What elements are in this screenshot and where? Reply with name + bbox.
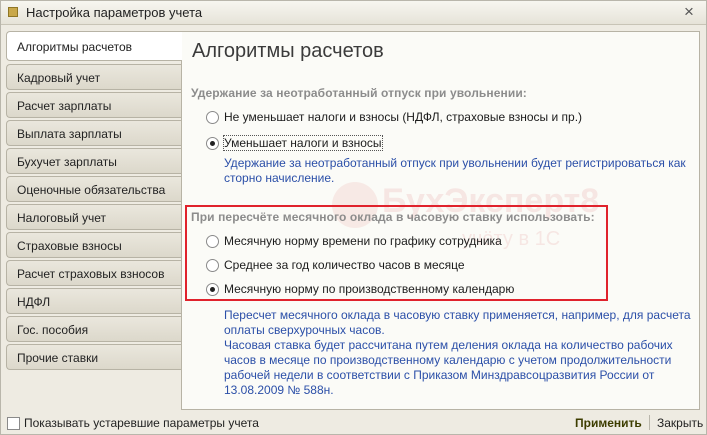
hourly-rate-note: Пересчет месячного оклада в часовую став…: [224, 308, 694, 398]
section-hourly-rate-label: При пересчёте месячного оклада в часовую…: [191, 210, 595, 224]
show-obsolete-label[interactable]: Показывать устаревшие параметры учета: [24, 416, 259, 430]
unworked-vacation-note: Удержание за неотработанный отпуск при у…: [224, 156, 694, 186]
tab-ndfl[interactable]: НДФЛ: [6, 288, 181, 314]
note-line: рабочей недели в соответствии с Приказом…: [224, 368, 655, 382]
tab-list: Алгоритмы расчетов Кадровый учет Расчет …: [6, 31, 182, 372]
tab-estimated-liabilities[interactable]: Оценочные обязательства: [6, 176, 181, 202]
radio-label: Уменьшает налоги и взносы: [223, 135, 383, 151]
app-icon: [8, 7, 18, 17]
show-obsolete-checkbox[interactable]: [7, 417, 20, 430]
note-line: сторно начисление.: [224, 171, 335, 185]
section-unworked-vacation-label: Удержание за неотработанный отпуск при у…: [191, 86, 527, 100]
note-line: оплаты сверхурочных часов.: [224, 323, 385, 337]
tab-state-benefits[interactable]: Гос. пособия: [6, 316, 181, 342]
tab-algorithms[interactable]: Алгоритмы расчетов: [6, 31, 182, 61]
settings-window: Настройка параметров учета × Алгоритмы р…: [0, 0, 707, 435]
radio-label: Месячную норму времени по графику сотруд…: [224, 234, 502, 248]
note-line: 13.08.2009 № 588н.: [224, 383, 334, 397]
panel-heading: Алгоритмы расчетов: [192, 40, 384, 62]
apply-button[interactable]: Применить: [575, 416, 642, 430]
title-bar: Настройка параметров учета ×: [1, 1, 706, 25]
radio-button[interactable]: [206, 234, 219, 248]
radio-button[interactable]: [206, 258, 219, 272]
radio-not-reduce-taxes[interactable]: Не уменьшает налоги и взносы (НДФЛ, стра…: [206, 108, 582, 126]
tab-insurance-contributions[interactable]: Страховые взносы: [6, 232, 181, 258]
radio-employee-schedule-norm[interactable]: Месячную норму времени по графику сотруд…: [206, 232, 502, 250]
tab-payroll-calc[interactable]: Расчет зарплаты: [6, 92, 181, 118]
radio-production-calendar-norm[interactable]: Месячную норму по производственному кале…: [206, 280, 514, 298]
footer-bar: Показывать устаревшие параметры учета Пр…: [1, 412, 706, 434]
radio-average-hours-per-month[interactable]: Среднее за год количество часов в месяце: [206, 256, 465, 274]
tab-insurance-calc[interactable]: Расчет страховых взносов: [6, 260, 181, 286]
tab-tax-accounting[interactable]: Налоговый учет: [6, 204, 181, 230]
radio-label: Месячную норму по производственному кале…: [224, 282, 515, 296]
tab-other-rates[interactable]: Прочие ставки: [6, 344, 181, 370]
radio-button[interactable]: [206, 282, 219, 296]
note-line: Пересчет месячного оклада в часовую став…: [224, 308, 691, 322]
settings-panel: БухЭксперт8 учёту в 1С Алгоритмы расчето…: [181, 31, 700, 410]
radio-button[interactable]: [206, 110, 219, 124]
radio-label: Не уменьшает налоги и взносы (НДФЛ, стра…: [224, 110, 583, 124]
tab-hr[interactable]: Кадровый учет: [6, 64, 181, 90]
radio-reduce-taxes[interactable]: Уменьшает налоги и взносы: [206, 134, 383, 152]
radio-button[interactable]: [206, 136, 219, 150]
note-line: часов в месяце по производственному кале…: [224, 353, 672, 367]
radio-label: Среднее за год количество часов в месяце: [224, 258, 465, 272]
tab-payroll-payment[interactable]: Выплата зарплаты: [6, 120, 181, 146]
note-line: Часовая ставка будет рассчитана путем де…: [224, 338, 673, 352]
close-button[interactable]: Закрыть: [657, 416, 703, 430]
tab-payroll-accounting[interactable]: Бухучет зарплаты: [6, 148, 181, 174]
note-line: Удержание за неотработанный отпуск при у…: [224, 156, 686, 170]
window-title: Настройка параметров учета: [26, 5, 203, 20]
close-icon[interactable]: ×: [680, 2, 698, 22]
button-separator: [649, 415, 650, 430]
